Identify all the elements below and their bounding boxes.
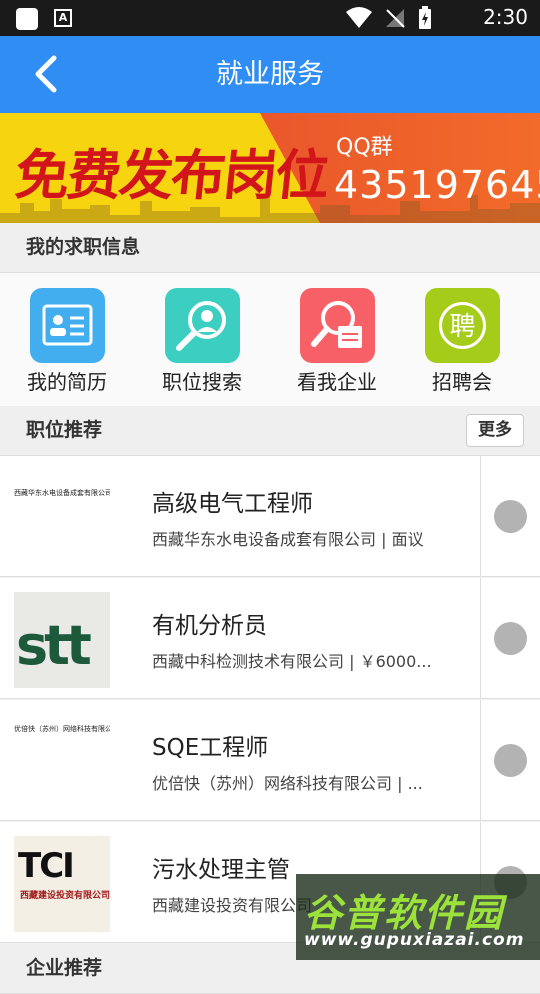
job-list-item[interactable]: 西藏华东水电设备成套有限公司 高级电气工程师 西藏华东水电设备成套有限公司 | …	[0, 456, 540, 577]
job-company: 西藏华东水电设备成套有限公司 | 面议	[152, 530, 424, 549]
job-list-item[interactable]: 优倍快（苏州）网络科技有限公司 SQE工程师 优倍快（苏州）网络科技有限公司 |…	[0, 700, 540, 821]
job-search-icon	[164, 288, 240, 363]
clock: 2:30	[483, 5, 528, 29]
job-title: 污水处理主管	[152, 857, 290, 883]
resume-icon	[29, 288, 105, 363]
banner-promo-text: 免费发布岗位	[12, 143, 331, 207]
select-radio[interactable]	[494, 500, 527, 533]
section-header-job-info: 我的求职信息	[0, 223, 540, 273]
select-radio[interactable]	[494, 622, 527, 655]
job-title: SQE工程师	[152, 735, 269, 761]
app-notification-icon	[16, 8, 38, 30]
app-header: 就业服务	[0, 36, 540, 113]
job-title: 高级电气工程师	[152, 491, 313, 517]
quick-actions: 我的简历 职位搜索 看我企业 聘 招聘会	[0, 273, 540, 406]
watermark-url: www.gupuxiazai.com	[304, 930, 525, 950]
section-title: 职位推荐	[26, 419, 103, 441]
section-title: 企业推荐	[26, 957, 103, 979]
section-title: 我的求职信息	[26, 236, 141, 258]
quick-item-job-search[interactable]: 职位搜索	[152, 288, 252, 395]
company-logo-text: TCI	[18, 846, 75, 886]
battery-charging-icon	[419, 6, 431, 29]
watermark-title: 谷普软件园	[304, 891, 505, 935]
select-radio[interactable]	[494, 744, 527, 777]
no-signal-icon	[386, 9, 405, 28]
promo-banner[interactable]: 免费发布岗位 QQ群 435197645	[0, 113, 540, 223]
job-list-item[interactable]: stt 有机分析员 西藏中科检测技术有限公司 | ￥6000...	[0, 578, 540, 699]
job-company: 优倍快（苏州）网络科技有限公司 | ...	[152, 774, 423, 793]
site-watermark: 谷普软件园 www.gupuxiazai.com	[296, 874, 540, 960]
section-header-job-recommend: 职位推荐 更多	[0, 406, 540, 456]
page-title: 就业服务	[216, 59, 324, 90]
company-view-icon	[299, 288, 375, 363]
quick-item-company-view[interactable]: 看我企业	[287, 288, 387, 395]
company-logo: 优倍快（苏州）网络科技有限公司	[14, 714, 110, 810]
company-logo: 西藏华东水电设备成套有限公司	[14, 470, 110, 566]
wifi-icon	[346, 7, 372, 28]
more-button[interactable]: 更多	[466, 414, 524, 447]
status-bar: A 2:30	[0, 0, 540, 36]
quick-item-label: 我的简历	[27, 370, 107, 394]
quick-item-label: 职位搜索	[162, 370, 242, 394]
company-logo-subtext: 西藏建设投资有限公司	[20, 891, 111, 901]
company-logo-text: 西藏华东水电设备成套有限公司	[14, 489, 110, 497]
company-logo-text: 优倍快（苏州）网络科技有限公司	[14, 725, 110, 733]
quick-item-job-fair[interactable]: 聘 招聘会	[412, 288, 512, 395]
quick-item-label: 看我企业	[297, 370, 377, 394]
job-company: 西藏中科检测技术有限公司 | ￥6000...	[152, 652, 432, 671]
company-logo: TCI 西藏建设投资有限公司	[14, 836, 110, 932]
quick-item-resume[interactable]: 我的简历	[17, 288, 117, 395]
banner-qq-label: QQ群	[336, 135, 393, 160]
svg-text:聘: 聘	[449, 312, 475, 342]
banner-qq-number: 435197645	[334, 163, 540, 207]
company-logo: stt	[14, 592, 110, 688]
job-title: 有机分析员	[152, 613, 267, 639]
job-fair-icon: 聘	[424, 288, 500, 363]
quick-item-label: 招聘会	[432, 370, 492, 394]
font-notification-icon: A	[54, 9, 72, 27]
company-logo-text: stt	[16, 614, 92, 677]
